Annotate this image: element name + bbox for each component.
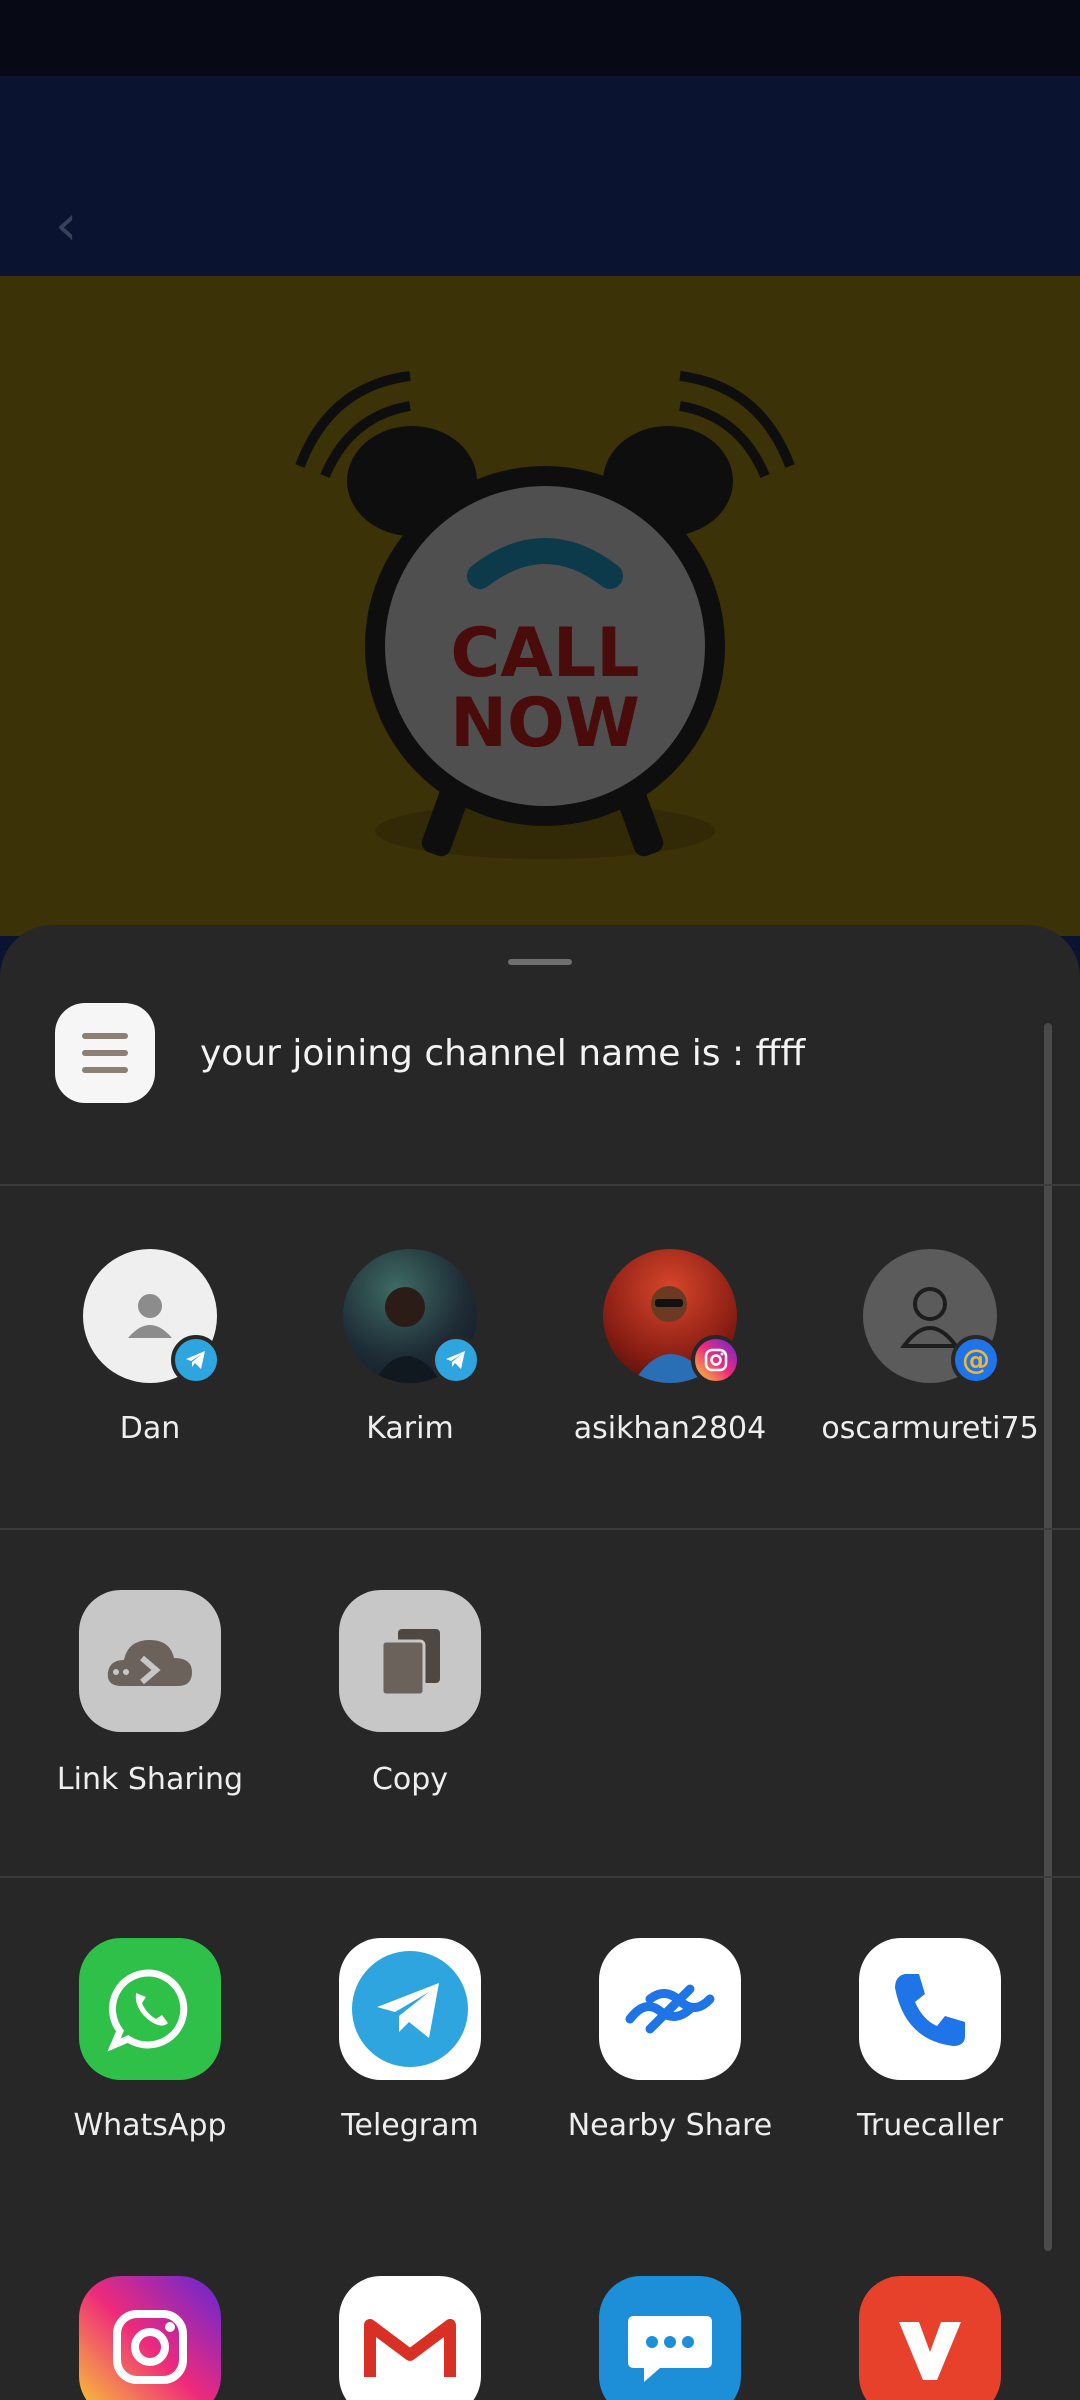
truecaller-icon <box>859 1938 1001 2080</box>
preview-text: your joining channel name is : ffff <box>200 1033 806 1074</box>
whatsapp-icon <box>79 1938 221 2080</box>
app-gmail[interactable] <box>280 2276 540 2400</box>
divider <box>0 1184 1080 1186</box>
hero-line-1: CALL <box>450 614 639 693</box>
vidmate-icon <box>859 2276 1001 2400</box>
contact-name: asikhan2804 <box>573 1411 767 1446</box>
link-sharing-button[interactable]: Link Sharing <box>20 1590 280 1800</box>
app-label: Telegram <box>341 2108 479 2143</box>
nearby-share-icon <box>599 1938 741 2080</box>
alarm-clock-illustration: CALL NOW <box>295 371 795 859</box>
telegram-icon <box>339 1938 481 2080</box>
share-sheet: your joining channel name is : ffff Dan … <box>0 925 1080 2400</box>
drag-handle[interactable] <box>508 959 572 965</box>
app-label: WhatsApp <box>73 2108 227 2143</box>
hero-banner: CALL NOW <box>0 276 1080 936</box>
status-bar <box>0 0 1080 76</box>
app-truecaller[interactable]: Truecaller <box>800 1938 1060 2146</box>
app-vidmate[interactable] <box>800 2276 1060 2400</box>
app-instagram[interactable] <box>20 2276 280 2400</box>
copy-icon <box>339 1590 481 1732</box>
messages-icon <box>599 2276 741 2400</box>
back-arrow-icon[interactable]: ‹ <box>55 198 95 254</box>
text-document-icon <box>55 1003 155 1103</box>
contact-karim[interactable]: Karim <box>280 1249 540 1449</box>
app-label: Nearby Share <box>567 2108 773 2143</box>
contact-name: Karim <box>366 1411 454 1446</box>
app-label: Truecaller <box>856 2108 1004 2143</box>
app-nearby-share[interactable]: Nearby Share <box>540 1938 800 2146</box>
contact-name: Dan <box>119 1411 181 1446</box>
contact-asikhan2804[interactable]: asikhan2804 <box>540 1249 800 1449</box>
email-icon: @ <box>951 1335 1001 1385</box>
app-whatsapp[interactable]: WhatsApp <box>20 1938 280 2146</box>
instagram-icon <box>691 1335 741 1385</box>
hero-line-2: NOW <box>450 684 640 763</box>
contact-oscarmureti75[interactable]: @ oscarmureti75 <box>800 1249 1060 1449</box>
app-messages[interactable] <box>540 2276 800 2400</box>
telegram-icon <box>431 1335 481 1385</box>
telegram-icon <box>171 1335 221 1385</box>
action-label: Copy <box>371 1762 449 1797</box>
action-label: Link Sharing <box>56 1762 244 1797</box>
cloud-link-icon <box>79 1590 221 1732</box>
share-preview: your joining channel name is : ffff <box>0 1003 1080 1109</box>
app-bar: ‹ <box>0 76 1080 276</box>
divider <box>0 1528 1080 1530</box>
divider <box>0 1876 1080 1878</box>
copy-button[interactable]: Copy <box>280 1590 540 1800</box>
contact-dan[interactable]: Dan <box>20 1249 280 1449</box>
gmail-icon <box>339 2276 481 2400</box>
app-telegram[interactable]: Telegram <box>280 1938 540 2146</box>
contact-name: oscarmureti75 <box>821 1411 1039 1446</box>
instagram-icon <box>79 2276 221 2400</box>
